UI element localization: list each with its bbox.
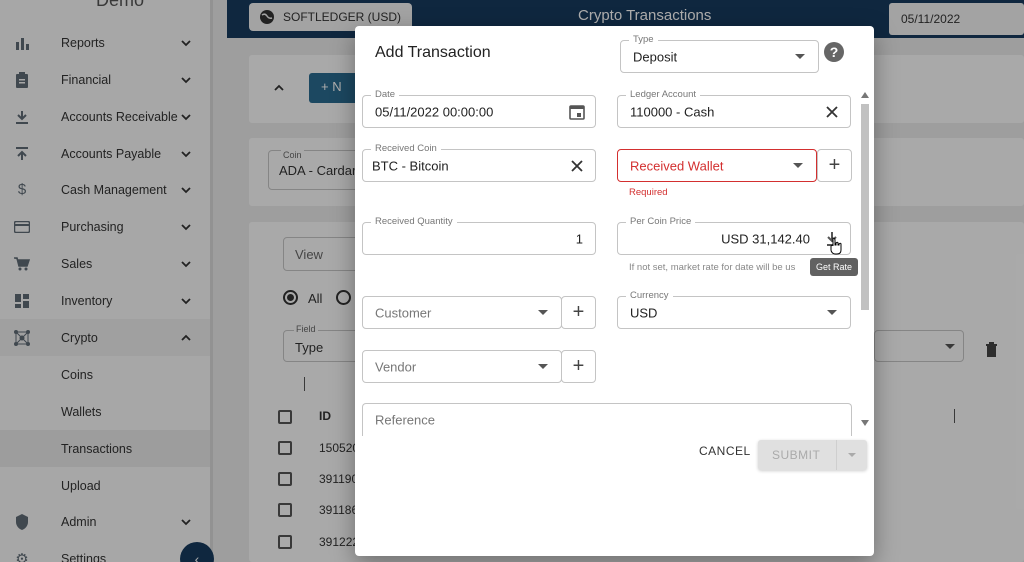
scrollbar-thumb[interactable] [861, 104, 869, 310]
ledger-account-value: 110000 - Cash [630, 104, 715, 119]
dialog-title: Add Transaction [375, 44, 491, 61]
caret-down-icon [792, 49, 808, 65]
submit-label: SUBMIT [772, 448, 821, 462]
per-coin-price-field[interactable]: Per Coin Price USD 31,142.40 [617, 216, 851, 255]
vendor-placeholder: Vendor [375, 359, 417, 374]
date-field[interactable]: Date 05/11/2022 00:00:00 [362, 89, 596, 128]
received-quantity-label: Received Quantity [371, 216, 457, 228]
per-coin-price-label: Per Coin Price [626, 216, 696, 228]
per-coin-price-helper: If not set, market rate for date will be… [629, 262, 796, 273]
calendar-icon[interactable] [569, 104, 585, 120]
clear-icon[interactable] [569, 158, 585, 174]
vendor-select[interactable]: Vendor [362, 350, 562, 383]
cancel-button[interactable]: CANCEL [699, 444, 751, 458]
add-wallet-button[interactable]: + [817, 149, 852, 182]
submit-button[interactable]: SUBMIT [758, 440, 867, 470]
submit-options-icon[interactable] [848, 453, 856, 457]
clear-icon[interactable] [824, 104, 840, 120]
caret-down-icon [790, 158, 806, 174]
plus-icon: + [572, 301, 585, 323]
add-transaction-dialog: Add Transaction Type Deposit ? Date 05/1… [355, 26, 874, 556]
get-rate-tooltip: Get Rate [810, 258, 858, 276]
type-label: Type [629, 34, 658, 46]
reference-placeholder: Reference [375, 412, 435, 428]
received-wallet-select[interactable]: Received Wallet [617, 149, 817, 182]
caret-down-icon [535, 359, 551, 375]
received-quantity-value: 1 [575, 231, 583, 246]
received-coin-label: Received Coin [371, 143, 441, 155]
currency-select[interactable]: Currency USD [617, 290, 851, 329]
add-customer-button[interactable]: + [561, 296, 596, 329]
caret-down-icon [535, 305, 551, 321]
received-wallet-error: Required [629, 187, 668, 198]
help-icon[interactable]: ? [824, 42, 844, 62]
date-value: 05/11/2022 00:00:00 [375, 104, 494, 119]
hand-cursor-icon [830, 237, 842, 255]
type-select[interactable]: Type Deposit [620, 34, 819, 73]
customer-placeholder: Customer [375, 305, 432, 320]
currency-value: USD [630, 305, 658, 320]
scroll-up-icon [861, 92, 869, 98]
received-coin-value: BTC - Bitcoin [372, 158, 449, 173]
plus-icon: + [828, 154, 841, 176]
date-label: Date [371, 89, 400, 101]
currency-label: Currency [626, 290, 673, 302]
scroll-down-icon [861, 420, 869, 426]
plus-icon: + [572, 355, 585, 377]
per-coin-price-value: USD 31,142.40 [721, 231, 810, 246]
caret-down-icon [824, 305, 840, 321]
submit-divider [836, 440, 837, 470]
customer-select[interactable]: Customer [362, 296, 562, 329]
reference-field[interactable]: Reference [362, 403, 852, 436]
received-quantity-field[interactable]: Received Quantity 1 [362, 216, 596, 255]
dialog-scrollbar[interactable] [859, 90, 871, 430]
ledger-account-field[interactable]: Ledger Account 110000 - Cash [617, 89, 851, 128]
ledger-account-label: Ledger Account [626, 89, 701, 101]
add-vendor-button[interactable]: + [561, 350, 596, 383]
type-value: Deposit [633, 49, 678, 64]
received-coin-field[interactable]: Received Coin BTC - Bitcoin [362, 143, 596, 182]
received-wallet-placeholder: Received Wallet [630, 158, 724, 173]
